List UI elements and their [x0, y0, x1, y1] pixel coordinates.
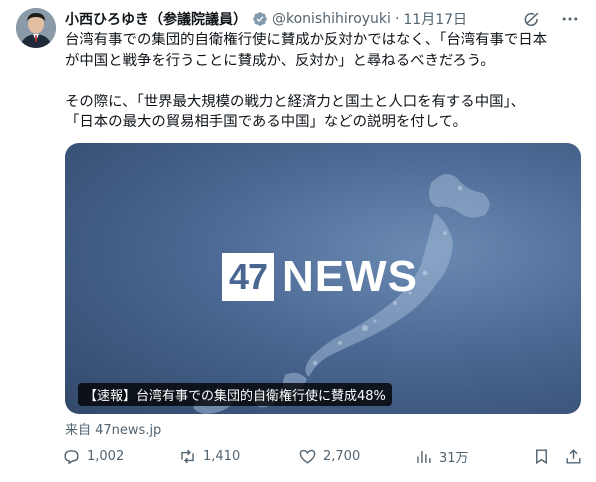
post-header: 小西ひろゆき（参議院議員） @konishihiroyuki · 11月17日 — [65, 9, 580, 29]
views-button[interactable]: 31万 — [414, 447, 469, 466]
repost-icon — [181, 449, 194, 464]
reply-icon — [64, 450, 79, 465]
logo-number: 47 — [222, 253, 274, 301]
author-name[interactable]: 小西ひろゆき（参議院議員） — [65, 9, 247, 29]
card-caption: 【速報】台湾有事での集団的自衛権行使に賛成48% — [78, 383, 392, 406]
heart-icon — [299, 449, 316, 464]
post-line: が中国と戦争を行うことに賛成か、反対か」と尋ねるべきだろう。 — [65, 52, 495, 69]
post-text: 台湾有事での集団的自衛権行使に賛成か反対かではなく、「台湾有事で日本 が中国と戦… — [65, 30, 585, 133]
verified-badge-icon — [253, 12, 267, 26]
action-bar: 1,002 1,410 2,700 31万 — [62, 447, 586, 469]
post-line: 「日本の最大の貿易相手国である中国」などの説明を付して。 — [65, 114, 467, 130]
author-handle[interactable]: @konishihiroyuki — [272, 11, 391, 27]
post-line: 台湾有事での集団的自衛権行使に賛成か反対かではなく、「台湾有事で日本 — [65, 32, 548, 48]
reply-button[interactable]: 1,002 — [62, 447, 124, 466]
views-count: 31万 — [439, 451, 469, 466]
bookmark-icon — [536, 449, 547, 465]
separator-dot: · — [394, 11, 400, 27]
grok-icon[interactable] — [522, 9, 542, 29]
share-icon — [566, 449, 581, 464]
news-logo: 47 NEWS — [222, 253, 418, 301]
reply-count: 1,002 — [87, 449, 125, 464]
repost-count: 1,410 — [203, 449, 241, 464]
post-date[interactable]: 11月17日 — [403, 9, 467, 29]
more-icon[interactable] — [560, 9, 580, 29]
logo-word: NEWS — [282, 252, 418, 301]
card-source[interactable]: 来自 47news.jp — [65, 419, 161, 438]
bookmark-button[interactable] — [532, 447, 551, 466]
views-icon — [417, 450, 431, 463]
share-button[interactable] — [564, 447, 583, 466]
link-card[interactable]: 47 NEWS 【速報】台湾有事での集団的自衛権行使に賛成48% — [65, 143, 581, 414]
post-line: その際に、「世界最大規模の戦力と経済力と国土と人口を有する中国」、 — [65, 93, 526, 110]
like-button[interactable]: 2,700 — [298, 447, 360, 466]
repost-button[interactable]: 1,410 — [178, 447, 240, 466]
avatar[interactable] — [16, 8, 56, 48]
like-count: 2,700 — [323, 449, 361, 464]
